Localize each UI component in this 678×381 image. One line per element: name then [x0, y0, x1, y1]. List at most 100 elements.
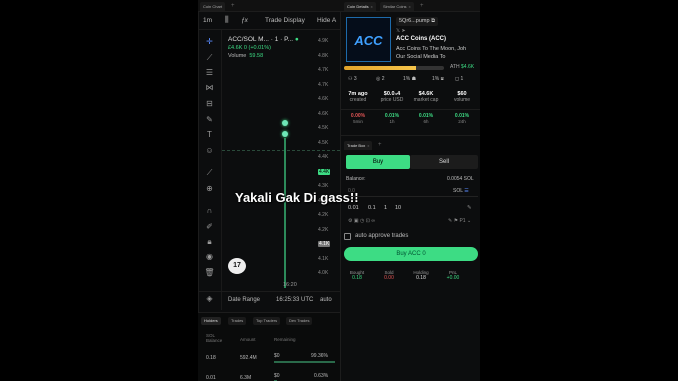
eye-icon[interactable]: ◉: [204, 251, 215, 262]
change-5min: 0.00% 5min: [350, 113, 366, 124]
crosshair-icon[interactable]: ✛: [204, 36, 215, 47]
balance-value: 0.0054 SOL: [447, 176, 474, 182]
volume-value: 59.58: [249, 53, 264, 59]
holders-panel: Holders Trades Top Traders Dev Trades SO…: [198, 312, 340, 381]
price-tick: 4.7K: [318, 81, 329, 88]
price-tick: 4.5K: [318, 125, 329, 131]
auto-approve-checkbox[interactable]: [344, 233, 351, 240]
price-tick: 4.3K: [318, 183, 329, 189]
tab-similar-coins[interactable]: Similar Coins x: [380, 2, 414, 11]
hide-button[interactable]: Hide A: [317, 17, 336, 24]
trendline-icon[interactable]: ⟋: [204, 52, 215, 63]
price-tick: 4.1K: [318, 255, 329, 262]
sol-balance: 0.18: [206, 355, 216, 361]
date-range-button[interactable]: Date Range: [228, 297, 260, 303]
remaining-bar: [274, 361, 336, 363]
close-icon[interactable]: x: [409, 4, 411, 9]
trade-display-button[interactable]: Trade Display: [265, 17, 305, 24]
copy-icon: ⧉: [431, 18, 436, 24]
tab-trades[interactable]: Trades: [228, 317, 247, 325]
chart-change: £4.6K 0 (+0.01%): [228, 45, 271, 51]
progress-fill: [344, 66, 416, 70]
price-tick: 4.9K: [318, 38, 329, 44]
time-label: 16:20: [283, 282, 297, 288]
metric-market-cap: $4.6K market cap: [413, 91, 439, 103]
buy-tab[interactable]: Buy: [346, 155, 410, 169]
tab-coin-chart[interactable]: Coin Chart: [200, 2, 226, 11]
price-axis[interactable]: 4.9K 4.8K 4.7K 4.7K 4.6K 4.6K 4.5K 4.5K 4.4K 4.4K…: [316, 30, 340, 295]
price-tick: 4.4K: [318, 168, 331, 175]
remaining-pct: 99.36%: [311, 353, 328, 359]
fib-icon[interactable]: ☰: [204, 67, 215, 78]
price-tick: 4.5K: [318, 139, 329, 146]
sell-tab[interactable]: Sell: [410, 155, 478, 169]
interval-button[interactable]: 1m: [203, 17, 212, 24]
quick-amount[interactable]: 1: [384, 205, 387, 211]
chart-symbol: ACC/SOL M... · 1 · P... ●: [228, 36, 299, 43]
change-24h: 0.01% 24h: [454, 113, 470, 124]
tab-dev-trades[interactable]: Dev Trades: [286, 317, 313, 325]
edit-icon[interactable]: ✎: [467, 205, 472, 211]
bundles-pct: 1% ⧈: [432, 76, 444, 82]
position-pnl: PnL +0.00: [446, 270, 460, 281]
social-links[interactable]: 𝕏 ➤: [396, 28, 406, 34]
pattern-icon[interactable]: ⋈: [204, 82, 215, 93]
text-icon[interactable]: T: [204, 129, 215, 140]
currency-select[interactable]: SOL ☰: [453, 188, 469, 194]
tab-trade-box[interactable]: Trade Box x: [344, 141, 373, 150]
settings-row[interactable]: ⚙ ▣ ◷ ⊡ ∞: [348, 218, 375, 224]
caption-overlay: Yakali Gak Di gass!!: [235, 190, 359, 205]
add-tab-icon[interactable]: +: [231, 2, 235, 10]
price-tick: 4.6K: [318, 110, 329, 117]
close-icon[interactable]: x: [371, 4, 373, 9]
quick-amount[interactable]: 10: [395, 205, 401, 211]
buy-submit-button[interactable]: Buy ACC 0: [344, 247, 478, 261]
chef-icon: ☗: [411, 76, 417, 82]
live-dot-icon: ●: [294, 36, 299, 43]
column-header: Remaining: [274, 337, 296, 342]
add-tab-icon[interactable]: +: [378, 141, 382, 149]
quick-amount[interactable]: 0.1: [368, 205, 376, 211]
price-tick: 4.7K: [318, 67, 329, 73]
chart-bottom-bar: Date Range 16:25:33 UTC auto: [198, 291, 340, 309]
add-tab-icon[interactable]: +: [420, 2, 424, 10]
amount-placeholder: 0.0: [348, 188, 355, 194]
quick-amount[interactable]: 0.01: [348, 205, 359, 211]
tradingview-logo: 17: [228, 258, 246, 274]
emoji-icon[interactable]: ☺: [204, 145, 215, 156]
auto-scale-button[interactable]: auto: [320, 297, 332, 303]
tab-top-traders[interactable]: Top Traders: [253, 317, 281, 325]
users-icon: ⚇: [348, 76, 353, 82]
divider: [340, 109, 480, 110]
position-bought: Bought 0.18: [349, 270, 365, 281]
token-description: Acc Coins To The Moon, Joh Our Social Med…: [396, 46, 467, 60]
zoom-icon[interactable]: ⊕: [204, 183, 215, 194]
bonding-curve-progress: [344, 66, 444, 70]
brush-icon[interactable]: ✎: [204, 114, 215, 125]
tab-holders[interactable]: Holders: [201, 317, 221, 325]
pencil-lock-icon[interactable]: ✐: [204, 221, 215, 232]
measure-icon[interactable]: ⊟: [204, 98, 215, 109]
price-tick: 4.0K: [318, 270, 329, 276]
change-6h: 0.01% 6h: [418, 113, 434, 124]
sol-balance: 0.01: [206, 375, 216, 381]
indicators-button[interactable]: ƒx: [241, 17, 248, 24]
metric-created: 7m ago created: [348, 91, 368, 103]
trash-icon[interactable]: 🗑︎: [204, 267, 215, 278]
candles-icon[interactable]: ⫼: [225, 15, 229, 25]
metric-price: $0.0₄4 price USD: [380, 91, 404, 103]
magnet-icon[interactable]: ∩: [204, 205, 215, 216]
holders-count: ⚇ 3: [348, 76, 357, 82]
preset-select[interactable]: ✎ ⚑ P1 ⌄: [448, 218, 471, 224]
dev-icon: ◻: [455, 76, 460, 82]
remaining: $0: [274, 373, 280, 379]
twitter-icon: 𝕏: [396, 28, 401, 34]
ruler-icon[interactable]: ⟋: [204, 167, 215, 178]
tab-coin-details[interactable]: Coin Details x: [344, 2, 376, 11]
token-name: ACC Coins (ACC): [396, 36, 446, 42]
token-address[interactable]: 5Qr6...pump ⧉: [396, 17, 439, 26]
box-icon: ⧈: [440, 76, 444, 82]
insiders-pct: 1% ☗: [403, 76, 417, 82]
lock-icon[interactable]: 🔒︎: [204, 236, 215, 247]
price-tick: 4.2K: [318, 212, 329, 218]
